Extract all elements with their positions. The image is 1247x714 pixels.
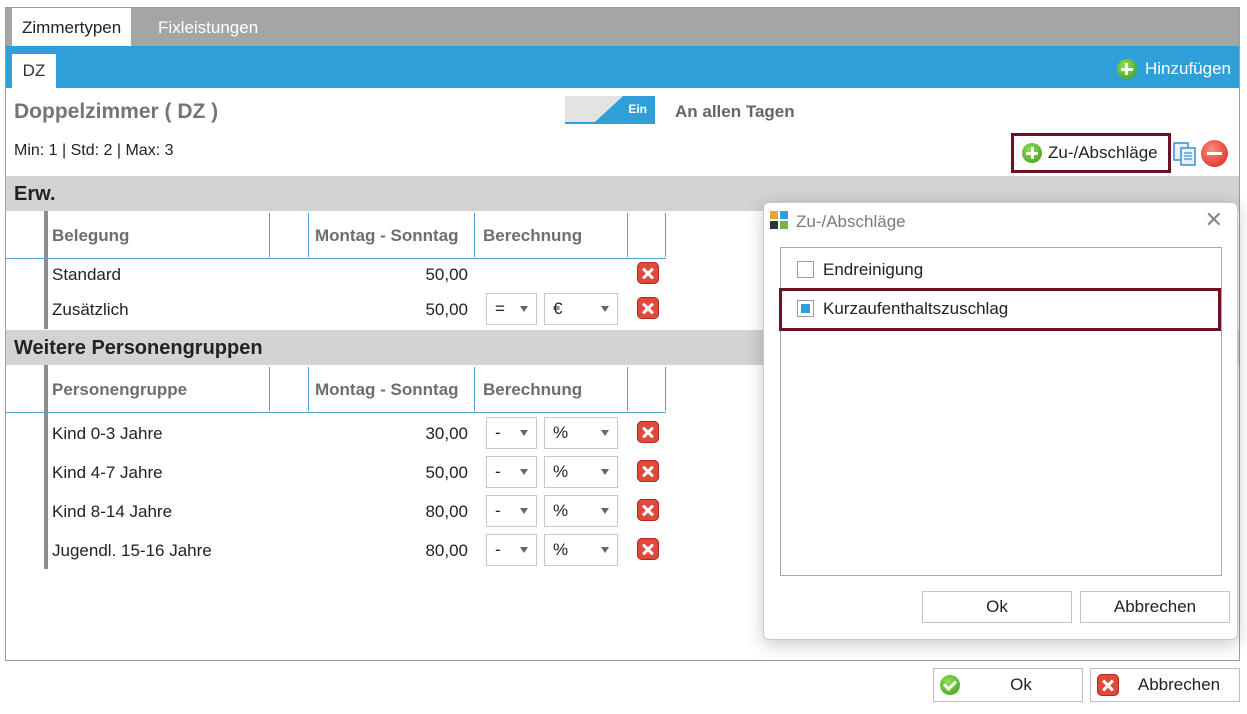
selected-row-highlight — [779, 288, 1221, 331]
ok-button-label: Ok — [1010, 675, 1032, 694]
room-title: Doppelzimmer ( DZ ) — [14, 100, 219, 123]
cancel-button[interactable]: Abbrechen — [1090, 668, 1240, 702]
occupancy-info: Min: 1 | Std: 2 | Max: 3 — [14, 142, 174, 159]
operator-select[interactable]: - — [486, 495, 537, 527]
ok-button[interactable]: Ok — [933, 668, 1083, 702]
unit-select[interactable]: € — [544, 293, 618, 325]
remove-room-icon[interactable] — [1201, 140, 1228, 167]
unit-select[interactable]: % — [544, 534, 618, 566]
add-button-label: Hinzufügen — [1144, 59, 1231, 78]
chevron-down-icon — [601, 508, 609, 514]
operator-select[interactable]: - — [486, 534, 537, 566]
header-montag-sonntag: Montag - Sonntag — [315, 226, 459, 245]
tab-zimmertypen[interactable]: Zimmertypen — [12, 8, 132, 46]
chevron-down-icon — [601, 306, 609, 312]
checkbox-endreinigung[interactable] — [797, 261, 814, 278]
operator-select[interactable]: = — [486, 293, 537, 325]
delete-icon[interactable] — [637, 499, 659, 521]
header-montag-sonntag: Montag - Sonntag — [315, 380, 459, 399]
unit-select[interactable]: % — [544, 417, 618, 449]
row-label: Standard — [52, 265, 121, 284]
header-berechnung: Berechnung — [483, 226, 583, 245]
delete-icon[interactable] — [637, 538, 659, 560]
row-label: Zusätzlich — [52, 300, 129, 319]
tab-bar: Zimmertypen Fixleistungen — [6, 8, 1239, 46]
chevron-down-icon — [520, 306, 528, 312]
unit-select[interactable]: % — [544, 495, 618, 527]
operator-select[interactable]: - — [486, 456, 537, 488]
chevron-down-icon — [601, 469, 609, 475]
dialog-ok-button[interactable]: Ok — [922, 591, 1072, 623]
cancel-icon — [1097, 674, 1119, 696]
row-price[interactable]: 80,00 — [368, 502, 468, 522]
close-icon[interactable]: ✕ — [1205, 209, 1223, 231]
row-price[interactable]: 50,00 — [368, 463, 468, 483]
header-berechnung: Berechnung — [483, 380, 583, 399]
row-label: Kind 0-3 Jahre — [52, 424, 163, 443]
chevron-down-icon — [520, 547, 528, 553]
delete-icon[interactable] — [637, 262, 659, 284]
plus-circle-icon — [1116, 59, 1137, 79]
room-type-bar: DZ Hinzufügen — [6, 46, 1239, 88]
chevron-down-icon — [601, 547, 609, 553]
row-price[interactable]: 30,00 — [368, 424, 468, 444]
row-price[interactable]: 80,00 — [368, 541, 468, 561]
header-belegung: Belegung — [52, 226, 130, 245]
cancel-button-label: Abbrechen — [1137, 675, 1221, 694]
surcharges-dialog: Zu-/Abschläge ✕ Endreinigung Kurzaufenth… — [763, 202, 1238, 640]
chevron-down-icon — [601, 430, 609, 436]
plus-circle-icon — [1022, 143, 1042, 163]
operator-select[interactable]: - — [486, 417, 537, 449]
header-personengruppe: Personengruppe — [52, 380, 188, 399]
app-logo-icon — [770, 211, 788, 229]
row-label: Kind 8-14 Jahre — [52, 502, 173, 521]
list-item-label: Endreinigung — [823, 260, 924, 279]
row-price[interactable]: 50,00 — [368, 300, 468, 320]
row-price[interactable]: 50,00 — [368, 265, 468, 285]
delete-icon[interactable] — [637, 297, 659, 319]
add-button[interactable]: Hinzufügen — [1116, 58, 1231, 80]
subtab-dz[interactable]: DZ — [12, 54, 56, 88]
row-label: Jugendl. 15-16 Jahre — [52, 541, 212, 560]
unit-select[interactable]: % — [544, 456, 618, 488]
active-toggle[interactable]: Ein — [565, 96, 655, 124]
adults-table-header: Belegung Montag - Sonntag Berechnung — [6, 211, 666, 259]
toggle-state-label: Ein — [595, 96, 655, 122]
tab-fixleistungen[interactable]: Fixleistungen — [148, 8, 268, 46]
delete-icon[interactable] — [637, 460, 659, 482]
chevron-down-icon — [520, 469, 528, 475]
groups-table-header: Personengruppe Montag - Sonntag Berechnu… — [6, 365, 666, 413]
chevron-down-icon — [520, 430, 528, 436]
delete-icon[interactable] — [637, 421, 659, 443]
checkmark-icon — [940, 675, 960, 695]
surcharges-button[interactable]: Zu-/Abschläge — [1011, 133, 1171, 173]
chevron-down-icon — [520, 508, 528, 514]
row-label: Kind 4-7 Jahre — [52, 463, 163, 482]
copy-icon[interactable] — [1172, 141, 1198, 167]
surcharges-button-label: Zu-/Abschläge — [1048, 143, 1158, 162]
days-label: An allen Tagen — [675, 102, 795, 121]
dialog-title: Zu-/Abschläge — [796, 212, 906, 231]
dialog-cancel-button[interactable]: Abbrechen — [1080, 591, 1230, 623]
